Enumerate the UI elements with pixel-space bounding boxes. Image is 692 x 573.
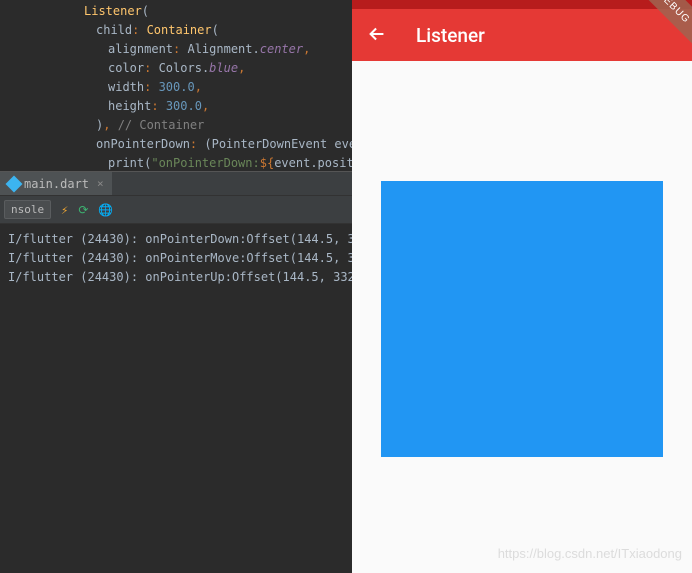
console-output[interactable]: I/flutter (24430): onPointerDown:Offset(…: [0, 224, 352, 573]
tab-label: main.dart: [24, 177, 89, 191]
code-token: Container: [147, 23, 212, 37]
code-token: Listener: [84, 4, 142, 18]
back-arrow-icon[interactable]: [366, 23, 388, 48]
close-icon[interactable]: ×: [97, 177, 104, 190]
code-token: child: [96, 23, 132, 37]
console-toolbar: nsole ⚡ ⟳ 🌐: [0, 196, 352, 224]
code-token: print: [108, 156, 144, 170]
dart-file-icon: [6, 175, 23, 192]
app-body: [352, 61, 692, 457]
code-token: PointerDownEvent event: [212, 137, 352, 151]
phone-preview: Listener DEBUG https://blog.csdn.net/ITx…: [352, 0, 692, 573]
code-token: color: [108, 61, 144, 75]
reload-icon[interactable]: ⟳: [78, 203, 88, 217]
code-token: center: [260, 42, 303, 56]
code-token: Alignment: [187, 42, 252, 56]
lightning-icon[interactable]: ⚡: [61, 203, 68, 217]
tab-main-dart[interactable]: main.dart ×: [0, 172, 112, 195]
globe-icon[interactable]: 🌐: [98, 203, 113, 217]
code-token: width: [108, 80, 144, 94]
android-status-bar: [352, 0, 692, 9]
listener-container[interactable]: [381, 181, 663, 457]
code-token: height: [108, 99, 151, 113]
watermark: https://blog.csdn.net/ITxiaodong: [498, 546, 682, 561]
console-line: I/flutter (24430): onPointerDown:Offset(…: [8, 230, 344, 249]
ide-left-pane: Listener( child: Container( alignment: A…: [0, 0, 352, 573]
code-comment: // Container: [118, 118, 205, 132]
console-line: I/flutter (24430): onPointerUp:Offset(14…: [8, 268, 344, 287]
code-token: 300.0: [159, 80, 195, 94]
console-line: I/flutter (24430): onPointerMove:Offset(…: [8, 249, 344, 268]
code-token: Colors: [159, 61, 202, 75]
console-tab[interactable]: nsole: [4, 200, 51, 219]
code-editor[interactable]: Listener( child: Container( alignment: A…: [0, 0, 352, 171]
code-token: 300.0: [166, 99, 202, 113]
code-token: alignment: [108, 42, 173, 56]
code-token: event: [274, 156, 310, 170]
code-token: blue: [209, 61, 238, 75]
code-token: "onPointerDown:: [151, 156, 259, 170]
code-token: onPointerDown: [96, 137, 190, 151]
code-token: position: [318, 156, 352, 170]
app-bar: Listener: [352, 9, 692, 61]
app-title: Listener: [416, 24, 485, 47]
file-tab-bar: main.dart ×: [0, 171, 352, 196]
